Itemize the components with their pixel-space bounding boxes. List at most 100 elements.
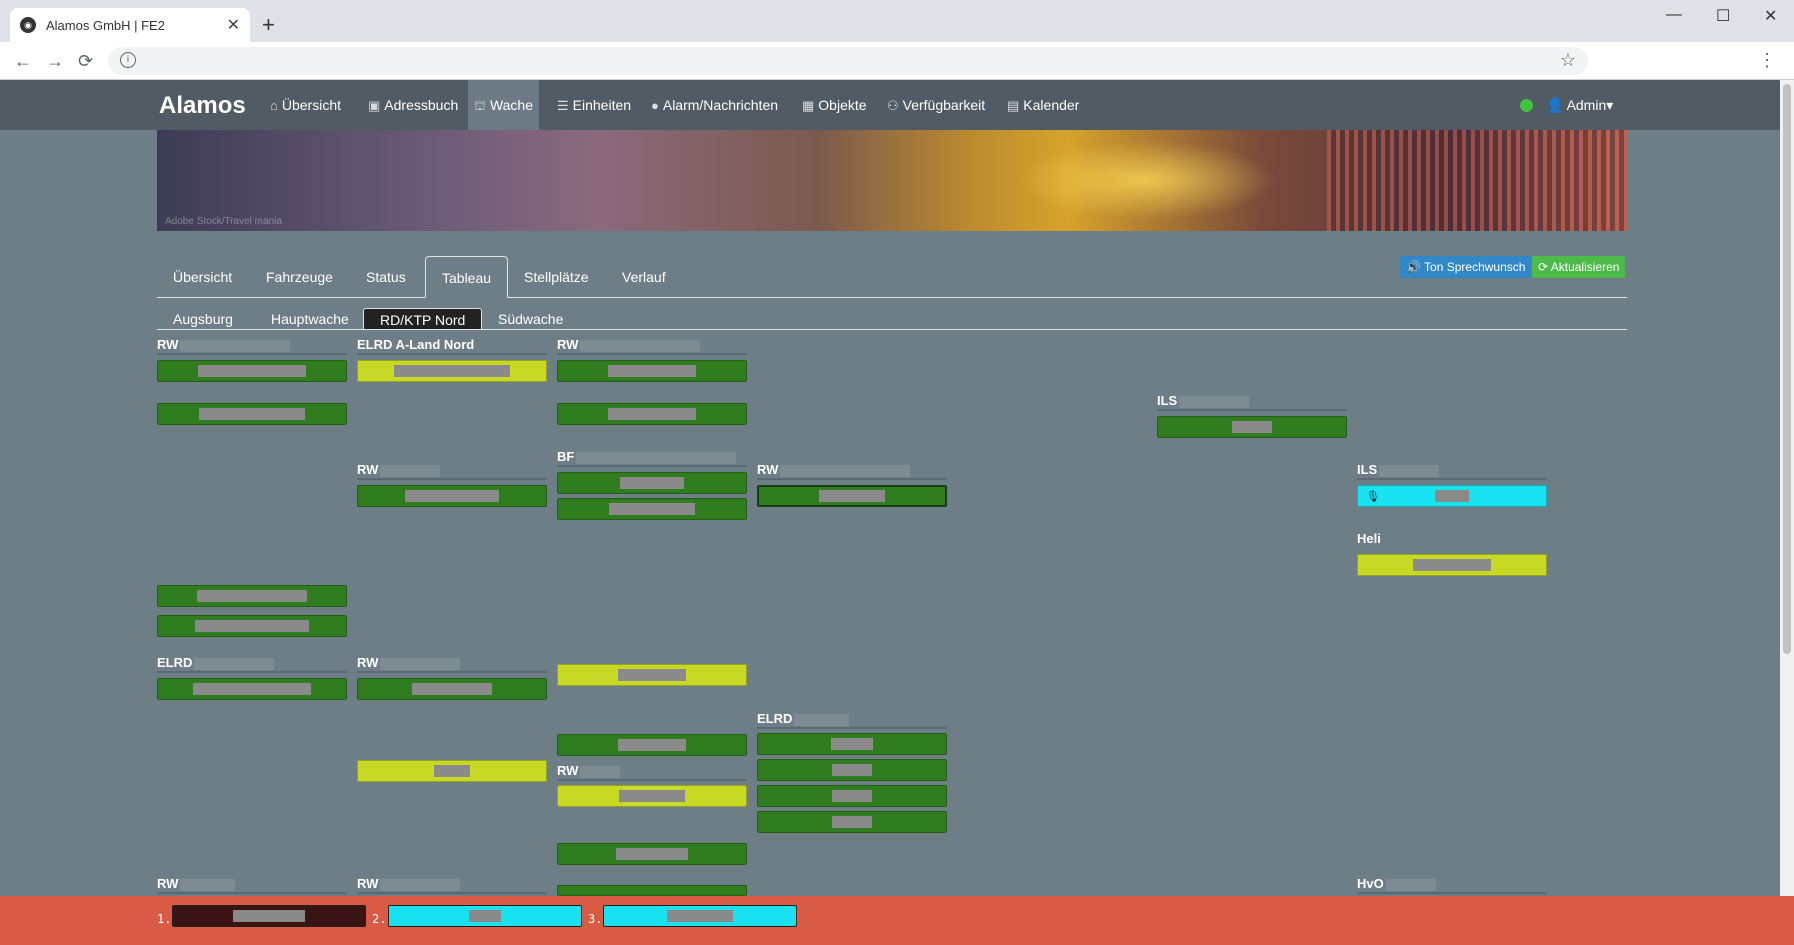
unit-tile[interactable]: [557, 785, 747, 807]
nav-wache[interactable]: ⛫ Wache: [468, 80, 540, 130]
tab-uebersicht[interactable]: Übersicht: [157, 256, 248, 298]
redacted-unit-name: [405, 490, 499, 502]
user-menu[interactable]: 👤 Admin▾: [1546, 80, 1613, 130]
new-tab-button[interactable]: +: [262, 12, 275, 38]
group-header: RW: [357, 462, 547, 480]
page-scrollbar[interactable]: [1780, 80, 1794, 896]
nav-einheiten[interactable]: ☰ Einheiten: [551, 80, 637, 130]
forward-icon[interactable]: →: [46, 51, 64, 72]
browser-tab[interactable]: ◉ Alamos GmbH | FE2 ✕: [10, 8, 250, 42]
subtab-hauptwache[interactable]: Hauptwache: [255, 308, 365, 330]
queue-slot[interactable]: [388, 905, 582, 927]
redacted-unit-name: [195, 620, 309, 632]
browser-tab-title: Alamos GmbH | FE2: [46, 17, 165, 33]
group-header: Heli: [1357, 531, 1547, 549]
unit-tile[interactable]: [357, 678, 547, 700]
banner-image: Adobe Stock/Travel mania: [157, 130, 1627, 231]
subtab-suedwache[interactable]: Südwache: [482, 308, 579, 330]
nav-adressbuch[interactable]: ▣ Adressbuch: [362, 80, 464, 130]
connection-status-dot: [1520, 99, 1533, 112]
unit-tile[interactable]: [557, 472, 747, 494]
unit-tile[interactable]: [557, 664, 747, 686]
nav-alarm-nachrichten[interactable]: ● Alarm/Nachrichten: [645, 80, 784, 130]
redacted-unit-name: [469, 910, 501, 922]
unit-tile[interactable]: [757, 785, 947, 807]
unit-tile[interactable]: [157, 678, 347, 700]
redacted-unit-name: [434, 765, 470, 777]
subtab-augsburg[interactable]: Augsburg: [157, 308, 249, 330]
unit-tile[interactable]: [357, 360, 547, 382]
unit-tile[interactable]: [757, 485, 947, 507]
unit-tile[interactable]: [157, 403, 347, 425]
redacted-text: [780, 464, 911, 477]
ton-sprechwunsch-button[interactable]: 🔊 Ton Sprechwunsch: [1400, 256, 1532, 278]
group-header: RW: [357, 876, 547, 894]
redacted-unit-name: [819, 490, 885, 502]
user-icon: 👤: [1546, 97, 1567, 113]
group-title: RW: [157, 876, 179, 891]
redacted-unit-name: [394, 365, 510, 377]
group-header: ELRD: [157, 655, 347, 673]
unit-tile[interactable]: [757, 733, 947, 755]
redacted-text: [180, 878, 236, 891]
unit-tile[interactable]: 🎙: [1357, 485, 1547, 507]
unit-tile[interactable]: [557, 843, 747, 865]
dashboard-icon: ⌂: [270, 98, 278, 113]
close-tab-icon[interactable]: ✕: [227, 15, 240, 35]
nav-kalender[interactable]: ▤ Kalender: [1001, 80, 1085, 130]
unit-tile[interactable]: [557, 885, 747, 896]
redacted-unit-name: [618, 669, 686, 681]
minimize-window-icon[interactable]: —: [1666, 6, 1682, 24]
unit-tile[interactable]: [157, 615, 347, 637]
list-icon: ☰: [557, 98, 569, 113]
unit-tile[interactable]: [357, 760, 547, 782]
group-header: RW: [557, 337, 747, 355]
url-input[interactable]: i ☆: [108, 47, 1588, 75]
redacted-text: [380, 657, 461, 670]
addressbook-icon: ▣: [368, 98, 381, 113]
tab-tableau[interactable]: Tableau: [425, 256, 509, 298]
subtab-rd-ktp-nord[interactable]: RD/KTP Nord: [363, 308, 483, 330]
maximize-window-icon[interactable]: ☐: [1716, 6, 1730, 26]
redacted-text: [580, 765, 621, 778]
unit-tile[interactable]: [557, 403, 747, 425]
nav-verfuegbarkeit[interactable]: ⚇ Verfügbarkeit: [881, 80, 991, 130]
reload-icon[interactable]: ⟳: [78, 51, 93, 72]
unit-tile[interactable]: [557, 360, 747, 382]
redacted-text: [1179, 395, 1250, 408]
unit-tile[interactable]: [557, 734, 747, 756]
unit-tile[interactable]: [757, 811, 947, 833]
close-window-icon[interactable]: ✕: [1764, 6, 1777, 26]
unit-tile[interactable]: [1357, 554, 1547, 576]
tab-verlauf[interactable]: Verlauf: [606, 256, 682, 298]
redacted-unit-name: [233, 910, 305, 922]
unit-tile[interactable]: [157, 585, 347, 607]
tab-stellplaetze[interactable]: Stellplätze: [508, 256, 605, 298]
queue-slot[interactable]: [603, 905, 797, 927]
tab-fahrzeuge[interactable]: Fahrzeuge: [250, 256, 349, 298]
queue-slot[interactable]: [172, 905, 366, 927]
redacted-unit-name: [831, 738, 873, 750]
browser-tab-strip: ◉ Alamos GmbH | FE2 ✕ + — ☐ ✕: [0, 0, 1794, 42]
site-info-icon[interactable]: i: [120, 52, 136, 68]
bookmark-star-icon[interactable]: ☆: [1560, 50, 1576, 71]
nav-uebersicht[interactable]: ⌂ Übersicht: [264, 80, 347, 130]
unit-tile[interactable]: [757, 759, 947, 781]
unit-tile[interactable]: [557, 498, 747, 520]
microphone-icon: 🎙: [1366, 490, 1380, 503]
nav-label: Objekte: [818, 97, 867, 113]
browser-menu-icon[interactable]: ⋮: [1758, 50, 1776, 71]
unit-tile[interactable]: [157, 360, 347, 382]
aktualisieren-button[interactable]: ⟳ Aktualisieren: [1532, 256, 1626, 278]
scrollbar-thumb[interactable]: [1783, 84, 1791, 654]
redacted-text: [576, 451, 737, 464]
unit-tile[interactable]: [357, 485, 547, 507]
redacted-unit-name: [667, 910, 733, 922]
back-icon[interactable]: ←: [14, 51, 32, 72]
sub-tabs: Augsburg Hauptwache RD/KTP Nord Südwache: [157, 306, 1627, 330]
tab-status[interactable]: Status: [350, 256, 422, 298]
unit-tile[interactable]: [1157, 416, 1347, 438]
alamos-logo[interactable]: Alamos: [159, 92, 246, 120]
nav-objekte[interactable]: ▦ Objekte: [796, 80, 873, 130]
redacted-text: [380, 878, 461, 891]
